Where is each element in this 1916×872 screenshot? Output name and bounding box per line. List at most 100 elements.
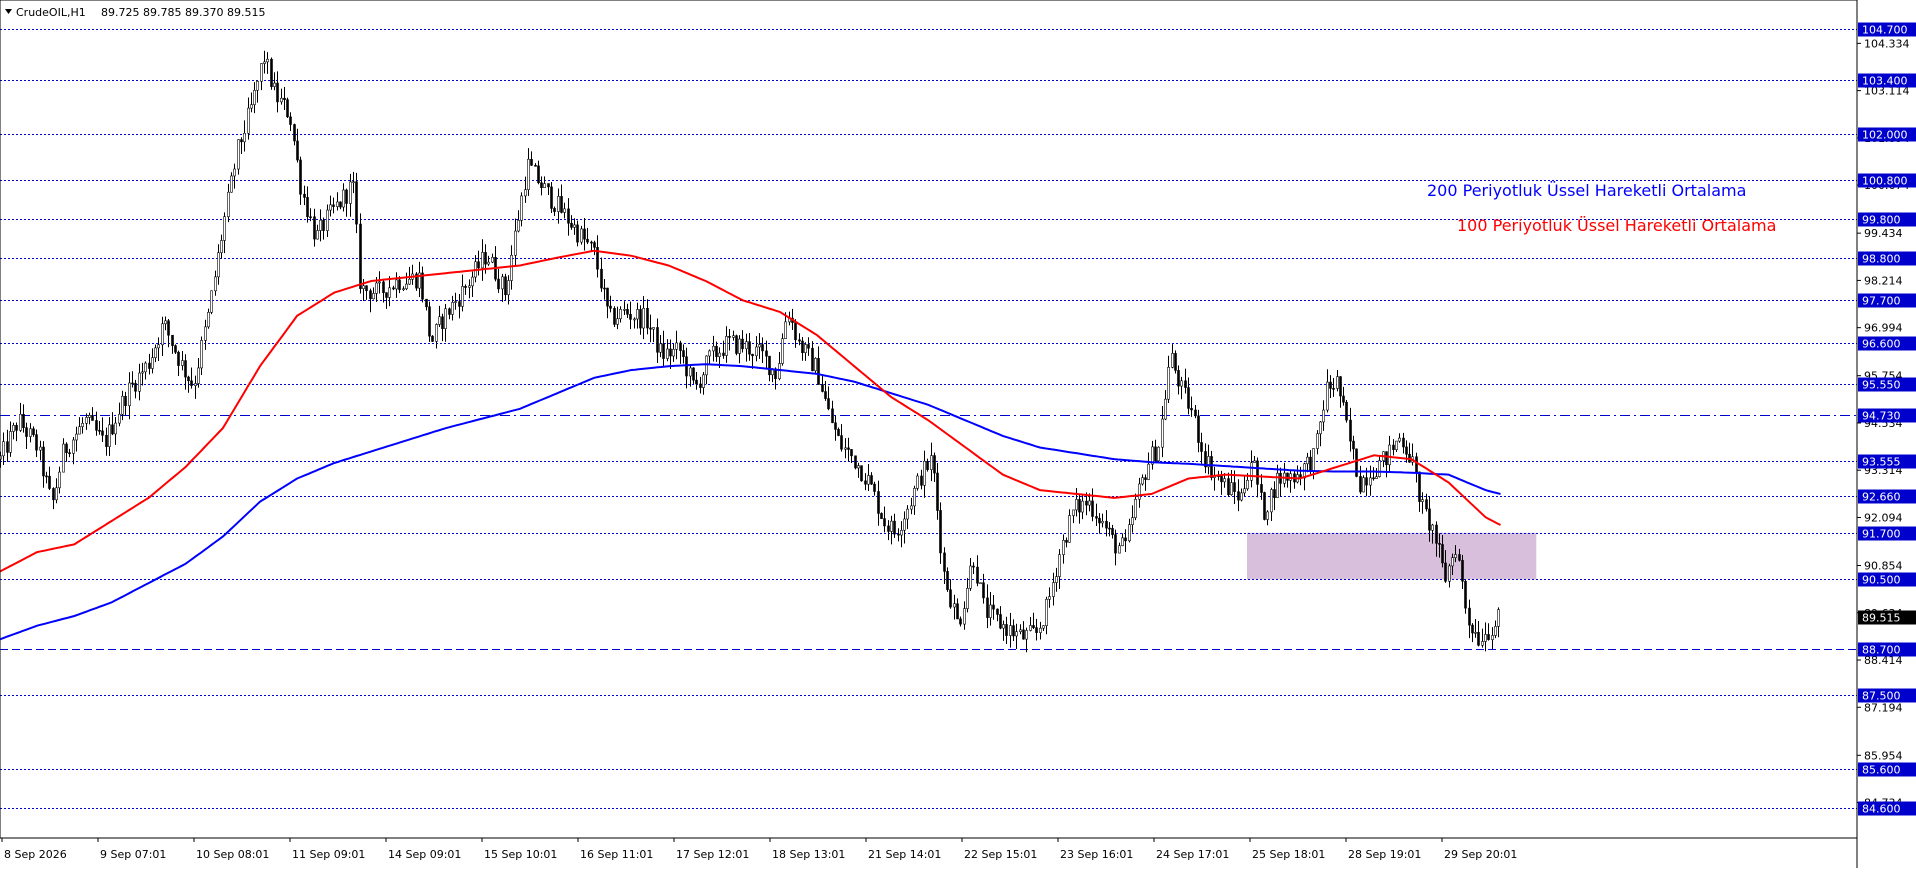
candle-body <box>260 63 263 82</box>
candle[interactable] <box>613 306 616 328</box>
candle-body <box>900 529 903 536</box>
candle-body <box>138 372 141 392</box>
candle-body <box>164 320 167 325</box>
candle[interactable] <box>916 473 919 491</box>
candle-body <box>831 408 834 424</box>
candle-body <box>1138 483 1141 500</box>
candle[interactable] <box>1263 491 1266 521</box>
candle-body <box>161 323 164 346</box>
level-price-tag: 92.660 <box>1858 489 1916 504</box>
candle-body <box>715 345 718 357</box>
candle-body <box>883 518 886 527</box>
candle-body <box>966 588 969 609</box>
candle[interactable] <box>860 465 863 482</box>
candle-body <box>685 356 688 377</box>
candle-body <box>1441 544 1444 564</box>
candle-body <box>939 510 942 554</box>
candle-body <box>32 428 35 435</box>
candle-body <box>1015 631 1018 637</box>
candle-body <box>72 439 75 454</box>
candle[interactable] <box>1174 350 1177 374</box>
candle-body <box>1359 476 1362 493</box>
price-chart[interactable]: 104.334103.114101.894100.67499.43498.214… <box>0 0 1916 868</box>
candle-body <box>1345 401 1348 421</box>
candle-body <box>953 603 956 608</box>
candle-body <box>870 475 873 485</box>
candle-body <box>283 97 286 100</box>
level-tag-text: 97.700 <box>1862 295 1901 308</box>
candle[interactable] <box>286 97 289 119</box>
candle[interactable] <box>979 582 982 585</box>
candle-body <box>408 278 411 285</box>
y-tick-label: 104.334 <box>1864 37 1910 50</box>
candle-body <box>1438 543 1441 545</box>
resistance-zone[interactable] <box>1246 532 1537 580</box>
candle[interactable] <box>1157 446 1160 463</box>
candle-body <box>273 82 276 87</box>
candle-body <box>603 287 606 290</box>
candle[interactable] <box>735 334 738 356</box>
level-tag-text: 96.600 <box>1862 338 1901 351</box>
candle-body <box>646 307 649 329</box>
candle[interactable] <box>1355 448 1358 478</box>
candle-body <box>576 224 579 243</box>
candle[interactable] <box>854 455 857 470</box>
candle-body <box>477 261 480 269</box>
candle-body <box>679 342 682 351</box>
candle-body <box>890 520 893 532</box>
candle[interactable] <box>1362 475 1365 493</box>
x-tick-label: 16 Sep 11:01 <box>580 848 653 861</box>
candle-body <box>712 345 715 352</box>
candle-body <box>108 424 111 447</box>
candle-body <box>223 216 226 241</box>
candle-body <box>1246 480 1249 490</box>
candle[interactable] <box>428 301 431 342</box>
candle-body <box>570 222 573 228</box>
candle-body <box>1319 421 1322 435</box>
candle-body <box>768 355 771 376</box>
candle-body <box>276 82 279 103</box>
candle-body <box>699 383 702 388</box>
candle-body <box>682 350 685 358</box>
candle[interactable] <box>550 182 553 213</box>
candle[interactable] <box>431 335 434 343</box>
candle-body <box>801 340 804 354</box>
candle-body <box>722 352 725 356</box>
candle-body <box>2 441 5 457</box>
candle-body <box>382 281 385 293</box>
candle-body <box>217 252 220 278</box>
candle-body <box>121 395 124 415</box>
candle-body <box>534 165 537 167</box>
candle-body <box>1454 554 1457 558</box>
candle-body <box>332 204 335 207</box>
x-tick-label: 17 Sep 12:01 <box>676 848 749 861</box>
candle-body <box>1048 596 1051 600</box>
candle-body <box>1075 499 1078 511</box>
candle[interactable] <box>1345 400 1348 423</box>
candle-body <box>293 124 296 142</box>
chart-canvas[interactable]: 104.334103.114101.894100.67499.43498.214… <box>0 0 1916 868</box>
candle-body <box>1494 626 1497 636</box>
candle-body <box>1233 482 1236 492</box>
candle[interactable] <box>270 57 273 90</box>
candle-body <box>758 344 761 348</box>
candle-body <box>1312 448 1315 471</box>
candle-body <box>1365 477 1368 486</box>
candle-body <box>1210 456 1213 478</box>
candle-body <box>837 429 840 436</box>
candle[interactable] <box>880 512 883 519</box>
candle[interactable] <box>580 225 583 245</box>
candle[interactable] <box>359 213 362 294</box>
candle-body <box>656 327 659 353</box>
candle[interactable] <box>355 172 358 234</box>
candle-body <box>1105 520 1108 529</box>
candle-body <box>666 348 669 359</box>
candle-body <box>349 181 352 204</box>
candle-body <box>517 220 520 232</box>
candle-body <box>1477 632 1480 646</box>
x-tick-label: 10 Sep 08:01 <box>196 848 269 861</box>
candle[interactable] <box>415 272 418 291</box>
candle-body <box>68 452 71 454</box>
candle[interactable] <box>210 290 213 315</box>
candle-body <box>1326 381 1329 411</box>
